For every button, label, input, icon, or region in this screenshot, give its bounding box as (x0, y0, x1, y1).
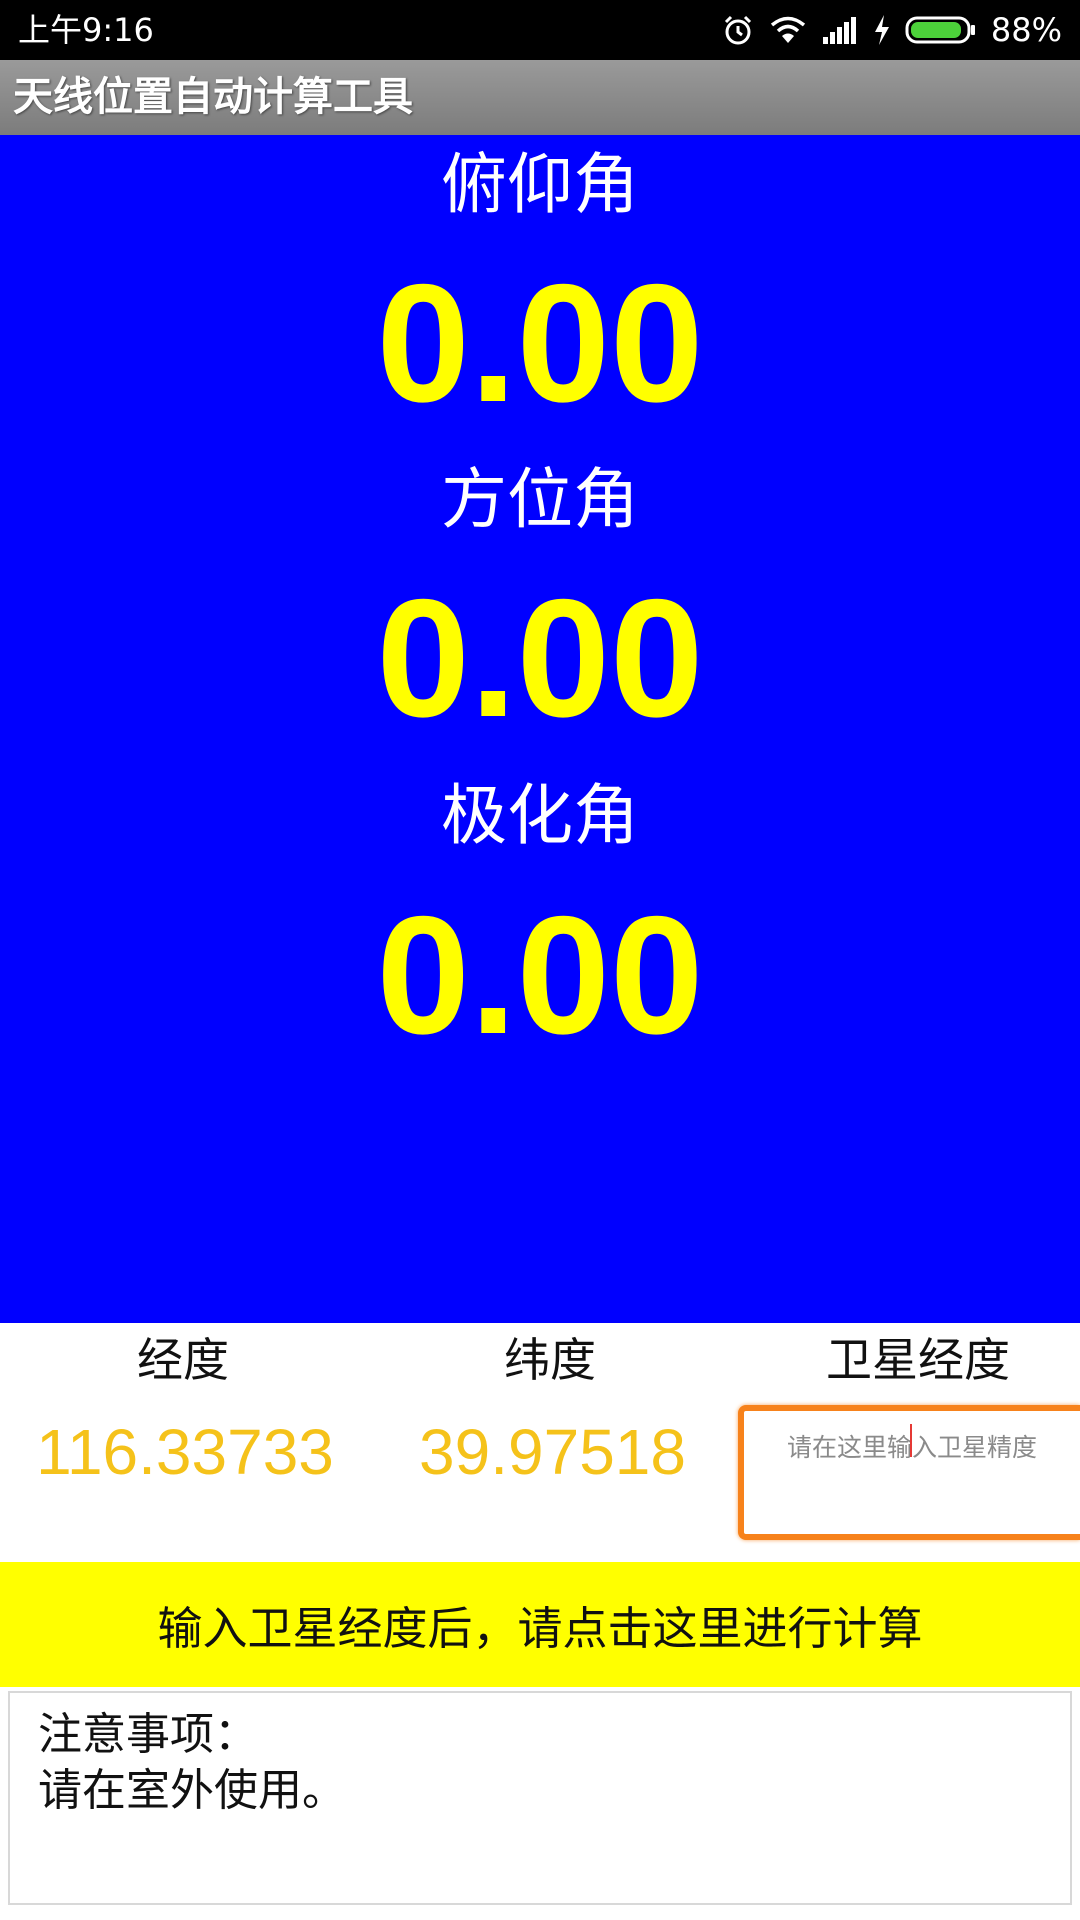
latitude-label: 纬度 (504, 1333, 596, 1387)
satellite-longitude-input[interactable] (738, 1405, 1080, 1540)
latitude-value: 39.97518 (419, 1416, 686, 1488)
satellite-longitude-label: 卫星经度 (826, 1333, 1010, 1387)
text-cursor (910, 1424, 912, 1457)
polarization-label: 极化角 (441, 777, 639, 854)
signal-icon (821, 15, 859, 45)
alarm-icon (721, 13, 755, 47)
wifi-icon (769, 15, 807, 45)
app-title-bar: 天线位置自动计算工具 (0, 60, 1080, 135)
calculate-button[interactable]: 输入卫星经度后，请点击这里进行计算 (0, 1562, 1080, 1687)
battery-percent: 88% (990, 11, 1062, 49)
status-time: 上午9:16 (18, 11, 154, 49)
elevation-label: 俯仰角 (441, 146, 639, 223)
charging-icon (873, 14, 891, 46)
azimuth-value: 0.00 (376, 564, 704, 752)
notes-box: 注意事项： 请在室外使用。 (8, 1691, 1072, 1905)
notes-text: 请在室外使用。 (38, 1765, 346, 1816)
app-title: 天线位置自动计算工具 (13, 74, 413, 120)
azimuth-label: 方位角 (441, 461, 639, 538)
battery-icon (905, 15, 977, 45)
status-bar: 上午9:16 88% (0, 0, 1080, 60)
status-icons: 88% (721, 8, 1062, 52)
polarization-value: 0.00 (376, 881, 704, 1069)
longitude-value: 116.33733 (36, 1416, 334, 1488)
results-panel: 俯仰角 0.00 方位角 0.00 极化角 0.00 (0, 135, 1080, 1323)
notes-title: 注意事项： (38, 1709, 258, 1760)
elevation-value: 0.00 (376, 249, 704, 437)
longitude-label: 经度 (137, 1333, 229, 1387)
